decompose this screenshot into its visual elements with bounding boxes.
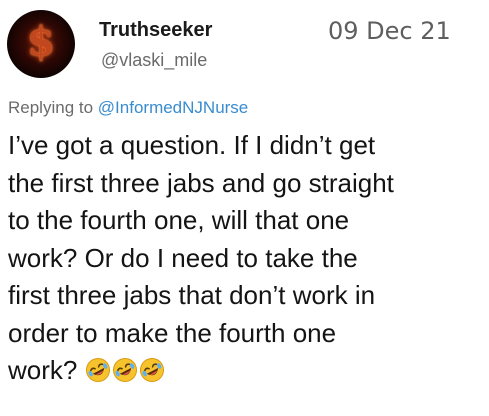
post-date: 09 Dec 21 bbox=[328, 17, 451, 45]
body-line: I’ve got a question. If I didn’t get bbox=[8, 130, 376, 160]
tweet-body: I’ve got a question. If I didn’t get the… bbox=[8, 127, 483, 390]
avatar[interactable]: $ bbox=[7, 10, 75, 78]
author-name[interactable]: Truthseeker bbox=[99, 18, 212, 42]
body-line: order to make the fourth one bbox=[8, 317, 337, 348]
body-line-last: work? bbox=[8, 352, 483, 390]
rolling-on-floor-laughing-icon bbox=[139, 357, 165, 383]
body-line: the first three jabs and go straight bbox=[8, 167, 394, 198]
tweet-card: $ Truthseeker @vlaski_mile 09 Dec 21 Rep… bbox=[0, 0, 489, 416]
reply-mention-link[interactable]: @InformedNJNurse bbox=[98, 98, 248, 117]
author-handle[interactable]: @vlaski_mile bbox=[101, 49, 207, 71]
rolling-on-floor-laughing-icon bbox=[112, 357, 138, 383]
rolling-on-floor-laughing-icon bbox=[85, 357, 111, 383]
body-line: work? Or do I need to take the bbox=[8, 242, 358, 273]
reply-prefix: Replying to bbox=[8, 98, 94, 117]
body-line: to the fourth one, will that one bbox=[8, 205, 350, 235]
body-line: first three jabs that don’t work in bbox=[8, 280, 376, 310]
avatar-glyph: $ bbox=[27, 18, 55, 65]
body-line-text: work? bbox=[8, 355, 78, 385]
reply-line: Replying to @InformedNJNurse bbox=[8, 97, 248, 119]
